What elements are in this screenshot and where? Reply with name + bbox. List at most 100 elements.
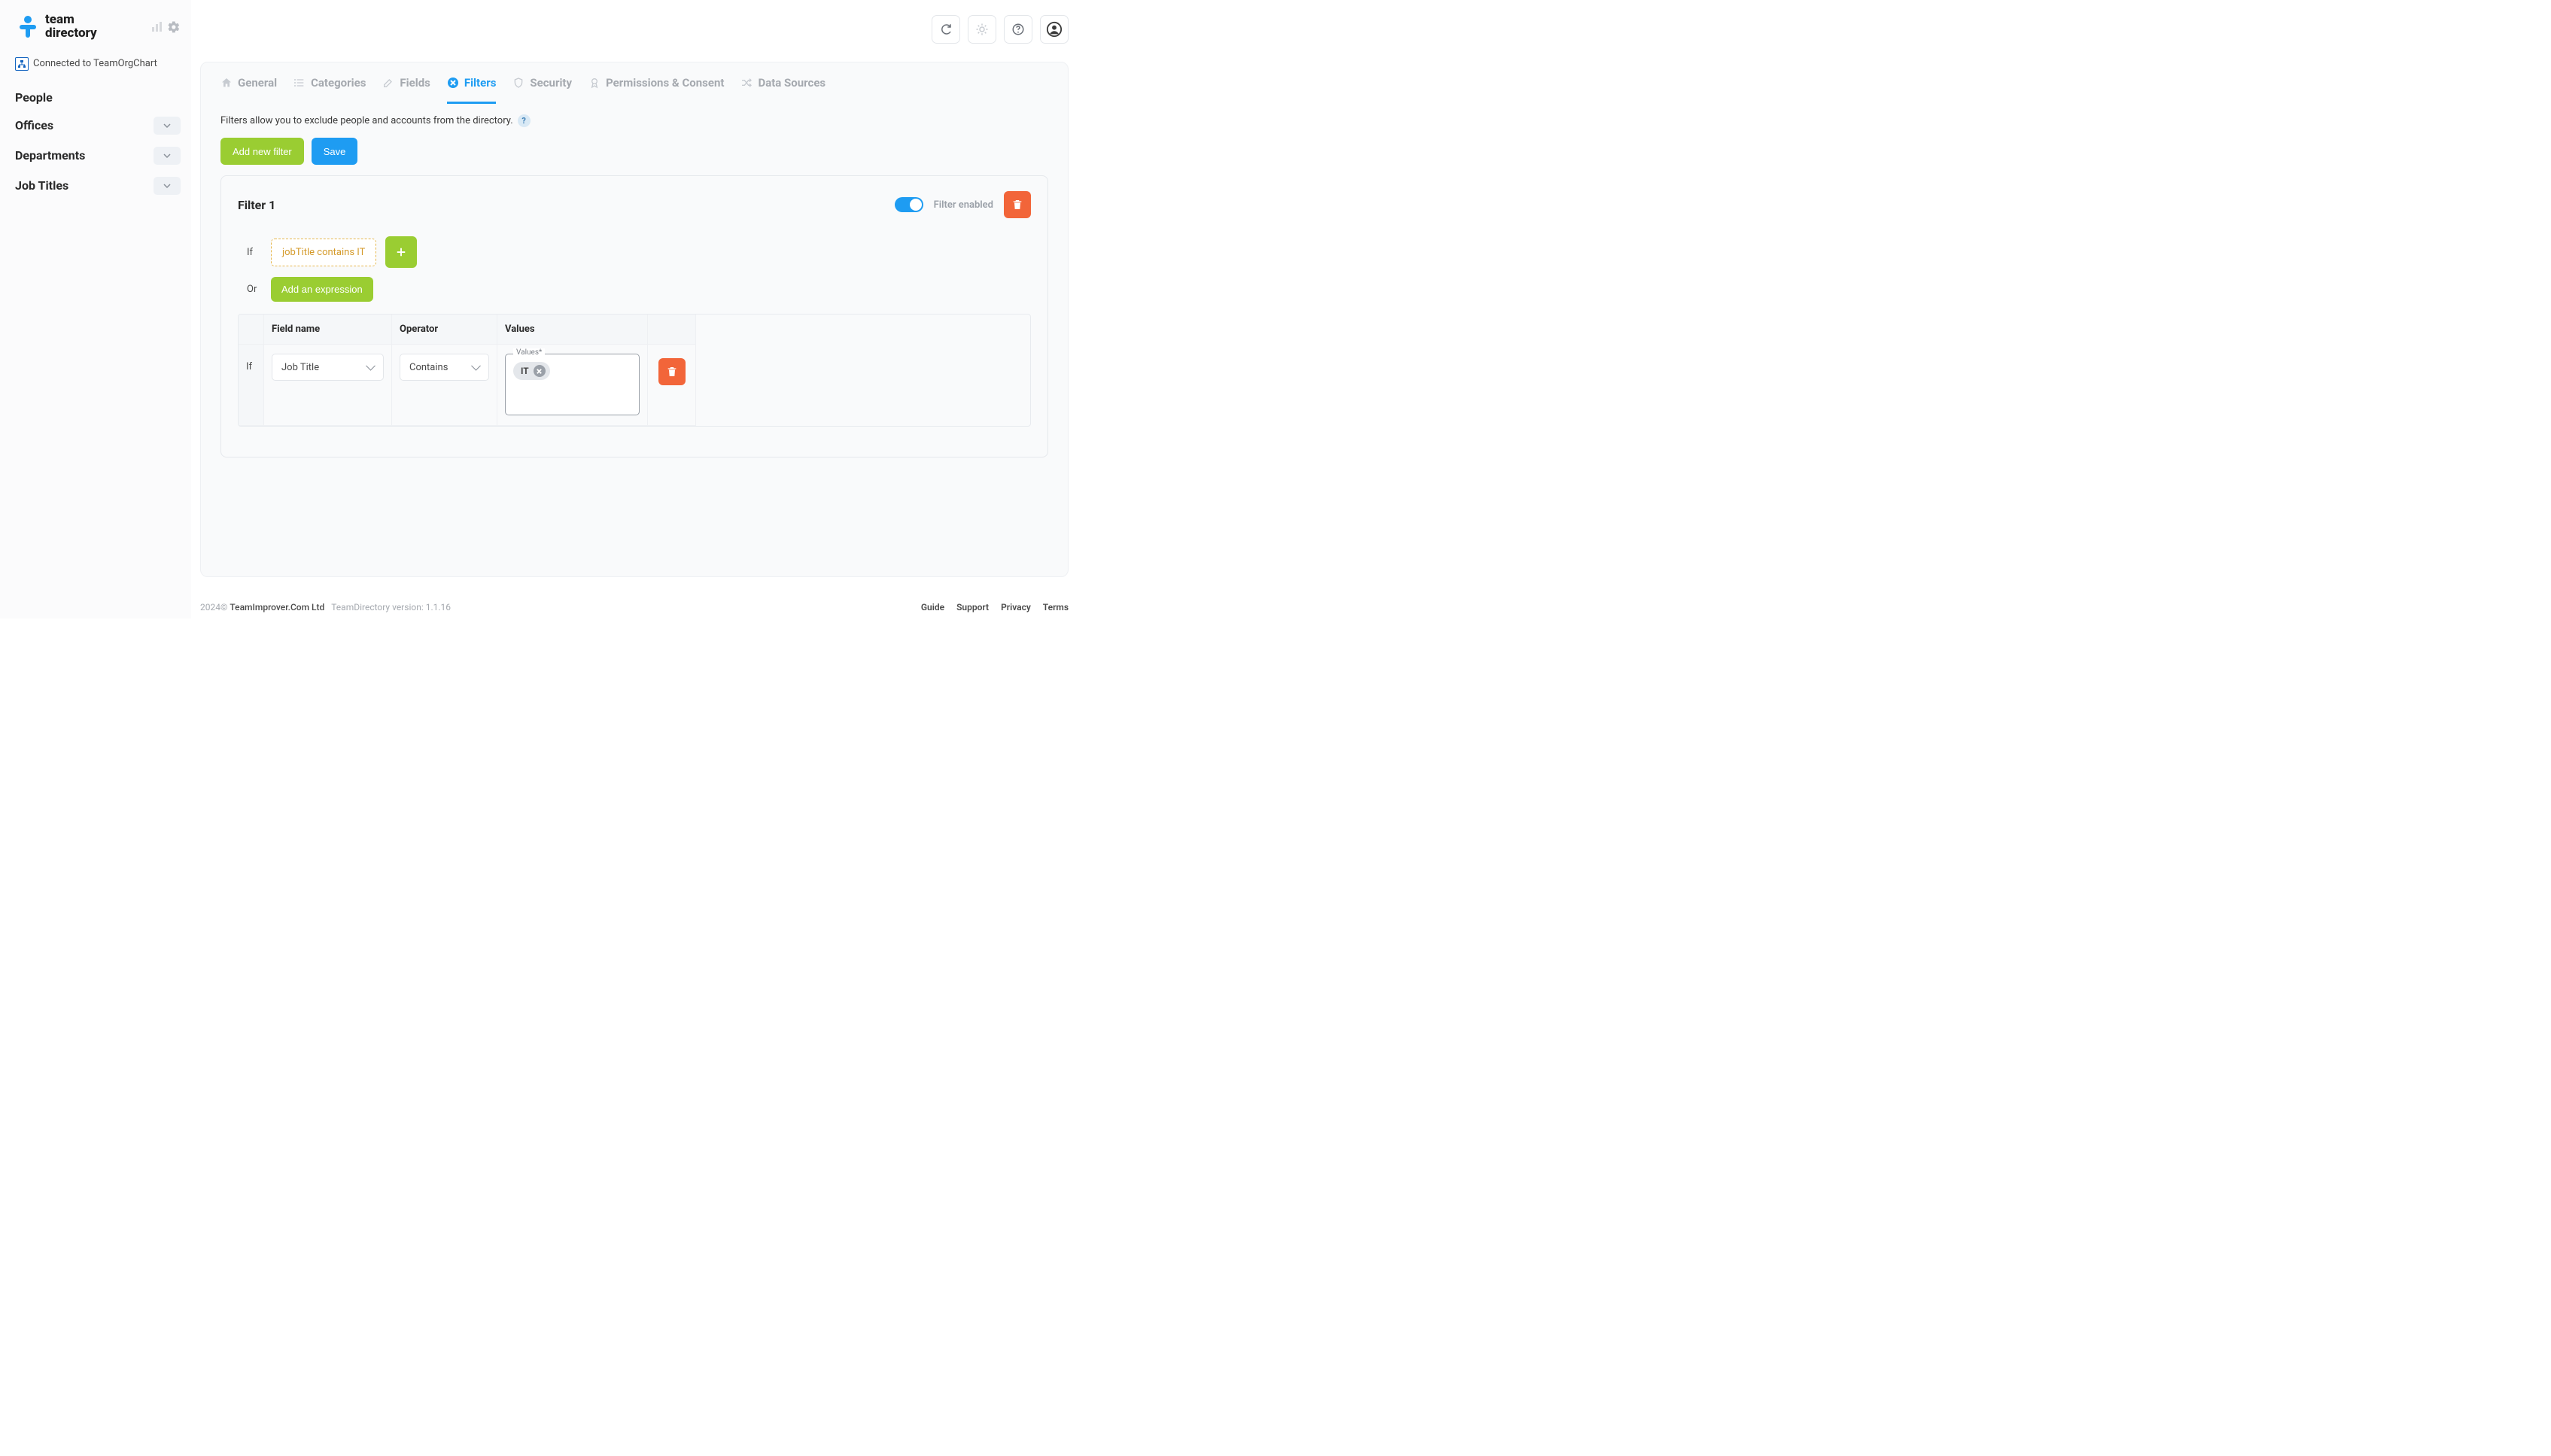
th-values: Values: [497, 315, 648, 345]
footer-links: Guide Support Privacy Terms: [921, 602, 1069, 612]
expression-chip[interactable]: jobTitle contains IT: [271, 239, 376, 266]
chevron-down-icon[interactable]: [154, 177, 181, 195]
chevron-down-icon[interactable]: [154, 117, 181, 135]
filter-icon: [447, 77, 459, 89]
stats-icon[interactable]: [151, 21, 163, 33]
tab-security-label: Security: [530, 76, 572, 90]
cell-field: Job Title: [264, 345, 392, 426]
footer: 2024© TeamImprover.Com Ltd TeamDirectory…: [200, 602, 1069, 612]
field-name-select[interactable]: Job Title: [272, 354, 384, 381]
filters-description-row: Filters allow you to exclude people and …: [201, 104, 1068, 127]
footer-link-privacy[interactable]: Privacy: [1001, 602, 1031, 612]
values-input[interactable]: Values* IT: [505, 354, 640, 415]
logo-row: team directory: [15, 14, 181, 41]
values-label: Values*: [513, 348, 545, 357]
connected-badge[interactable]: Connected to TeamOrgChart: [15, 57, 181, 71]
user-avatar-icon: [1046, 21, 1063, 38]
tab-permissions-label: Permissions & Consent: [606, 76, 724, 90]
footer-link-terms[interactable]: Terms: [1043, 602, 1069, 612]
help-badge-icon[interactable]: ?: [518, 114, 531, 127]
refresh-button[interactable]: [932, 15, 960, 44]
if-keyword: If: [247, 247, 262, 258]
expression-or-row: Or Add an expression: [238, 272, 1031, 306]
brand-logo[interactable]: team directory: [15, 14, 97, 41]
nav-departments[interactable]: Departments: [15, 141, 181, 171]
th-field: Field name: [264, 315, 392, 345]
shield-icon: [512, 77, 524, 89]
tab-datasources-label: Data Sources: [758, 76, 826, 90]
brand-text: team directory: [45, 14, 97, 41]
trash-icon: [1011, 199, 1023, 211]
value-tag-text: IT: [521, 366, 529, 376]
nav-jobtitles-label: Job Titles: [15, 178, 68, 193]
footer-link-support[interactable]: Support: [956, 602, 989, 612]
plus-icon: [394, 245, 408, 259]
filter-enabled-toggle[interactable]: [895, 197, 923, 212]
settings-gear-icon[interactable]: [167, 20, 181, 34]
brand-mark-icon: [15, 14, 41, 40]
tab-filters-label: Filters: [464, 76, 497, 90]
footer-version: TeamDirectory version: 1.1.16: [331, 602, 451, 612]
home-icon: [220, 77, 233, 89]
filter-header-controls: Filter enabled: [895, 191, 1031, 218]
nav-offices[interactable]: Offices: [15, 111, 181, 141]
edit-icon: [382, 77, 394, 89]
footer-left: 2024© TeamImprover.Com Ltd TeamDirectory…: [200, 602, 451, 612]
org-chart-icon: [15, 57, 29, 71]
theme-button[interactable]: [968, 15, 996, 44]
footer-year: 2024©: [200, 602, 227, 612]
add-filter-button[interactable]: Add new filter: [220, 138, 304, 165]
filters-description: Filters allow you to exclude people and …: [220, 115, 513, 126]
nav-people-label: People: [15, 90, 53, 105]
tab-categories-label: Categories: [311, 76, 366, 90]
tab-datasources[interactable]: Data Sources: [740, 76, 826, 104]
cell-operator: Contains: [392, 345, 497, 426]
expression-if-row: If jobTitle contains IT: [238, 232, 1031, 272]
delete-filter-button[interactable]: [1004, 191, 1031, 218]
nav-departments-label: Departments: [15, 148, 85, 163]
add-expression-button[interactable]: Add an expression: [271, 277, 373, 302]
trash-icon: [666, 366, 678, 378]
save-button[interactable]: Save: [312, 138, 358, 165]
nav-people[interactable]: People: [15, 84, 181, 111]
remove-tag-button[interactable]: [534, 365, 546, 377]
filter-enabled-label: Filter enabled: [934, 199, 993, 211]
brand-text-line2: directory: [45, 27, 97, 41]
help-icon: [1011, 23, 1025, 36]
close-icon: [536, 368, 543, 375]
badge-icon: [588, 77, 601, 89]
help-button[interactable]: [1004, 15, 1032, 44]
sidebar-header-icons: [151, 20, 181, 34]
tab-security[interactable]: Security: [512, 76, 572, 104]
value-tag: IT: [513, 362, 550, 380]
operator-select[interactable]: Contains: [400, 354, 489, 381]
tab-fields-label: Fields: [400, 76, 430, 90]
filter-card-header: Filter 1 Filter enabled: [238, 191, 1031, 218]
refresh-icon: [939, 23, 953, 36]
tab-filters[interactable]: Filters: [447, 76, 497, 104]
filter-card: Filter 1 Filter enabled If jobTitle cont…: [220, 175, 1048, 457]
top-actions: [932, 15, 1069, 44]
tab-general[interactable]: General: [220, 76, 277, 104]
nav-jobtitles[interactable]: Job Titles: [15, 171, 181, 201]
add-condition-button[interactable]: [385, 236, 417, 268]
tab-general-label: General: [238, 76, 277, 90]
cell-actions: [648, 345, 696, 426]
sun-icon: [975, 23, 989, 36]
expression-table: Field name Operator Values If Job Title …: [238, 314, 1031, 427]
main-panel: General Categories Fields Filters Securi…: [200, 62, 1069, 577]
account-button[interactable]: [1040, 15, 1069, 44]
settings-tabs: General Categories Fields Filters Securi…: [201, 62, 1068, 104]
delete-row-button[interactable]: [658, 358, 686, 385]
footer-company: TeamImprover.Com Ltd: [230, 602, 324, 612]
chevron-down-icon[interactable]: [154, 147, 181, 165]
th-actions: [648, 315, 696, 345]
cell-values: Values* IT: [497, 345, 648, 426]
tab-permissions[interactable]: Permissions & Consent: [588, 76, 724, 104]
footer-link-guide[interactable]: Guide: [921, 602, 944, 612]
list-icon: [293, 77, 306, 89]
nav-offices-label: Offices: [15, 118, 53, 132]
tab-fields[interactable]: Fields: [382, 76, 430, 104]
connected-text: Connected to TeamOrgChart: [33, 58, 157, 69]
tab-categories[interactable]: Categories: [293, 76, 366, 104]
